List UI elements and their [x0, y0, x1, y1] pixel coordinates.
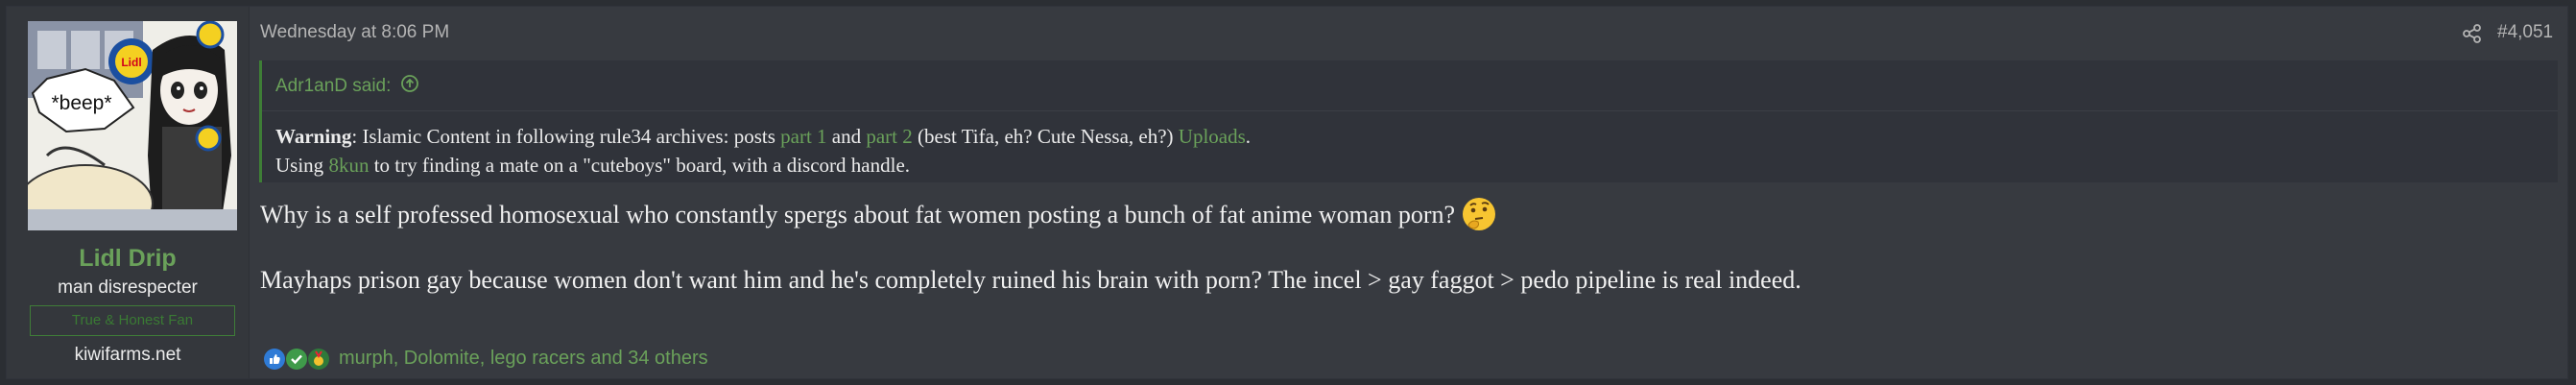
avatar-speech-text: *beep* [51, 92, 111, 114]
quote-line-2: Using 8kun to try finding a mate on a "c… [275, 151, 1251, 180]
quote-line-1: Warning: Islamic Content in following ru… [275, 122, 1251, 151]
warning-label: Warning [275, 125, 352, 148]
link-8kun[interactable]: 8kun [328, 154, 369, 177]
quote-text: . [1245, 125, 1252, 148]
quote-body: Warning: Islamic Content in following ru… [275, 122, 1251, 180]
message-text: Why is a self professed homosexual who c… [260, 200, 1456, 229]
user-site: kiwifarms.net [74, 345, 181, 365]
quote-text: Using [275, 154, 329, 177]
quote-text: (best Tifa, eh? Cute Nessa, eh?) [912, 125, 1179, 148]
quote-text: : Islamic Content in following rule34 ar… [351, 125, 781, 148]
svg-text:Lidl: Lidl [121, 56, 141, 69]
link-uploads[interactable]: Uploads [1179, 125, 1246, 148]
quote-block: Adr1anD said: Warning: Islamic Content i… [259, 60, 2558, 182]
message-paragraph-2: Mayhaps prison gay because women don't w… [260, 266, 1801, 294]
avatar[interactable]: Lidl *beep* [28, 21, 237, 230]
like-reaction-icon[interactable] [264, 348, 285, 370]
user-title: man disrespecter [58, 277, 198, 298]
post-number[interactable]: #4,051 [2497, 22, 2553, 43]
quote-header[interactable]: Adr1anD said: [275, 74, 419, 99]
reaction-users[interactable]: murph, Dolomite, lego racers and 34 othe… [339, 348, 708, 370]
link-part-1[interactable]: part 1 [780, 125, 826, 148]
user-column: Lidl *beep* Lidl Drip man disrespecter T… [7, 7, 250, 378]
quote-text: and [826, 125, 867, 148]
post: Lidl *beep* Lidl Drip man disrespecter T… [6, 6, 2568, 379]
post-date[interactable]: Wednesday at 8:06 PM [260, 22, 449, 43]
quote-text: to try finding a mate on a "cuteboys" bo… [369, 154, 911, 177]
winner-reaction-icon[interactable] [308, 348, 329, 370]
link-part-2[interactable]: part 2 [866, 125, 912, 148]
quote-divider [262, 110, 2558, 111]
agree-reaction-icon[interactable] [286, 348, 307, 370]
jump-to-quote-icon[interactable] [400, 74, 419, 99]
share-icon[interactable] [2462, 23, 2483, 44]
user-banner: True & Honest Fan [30, 305, 235, 336]
username[interactable]: Lidl Drip [7, 245, 249, 273]
reactions-bar[interactable]: murph, Dolomite, lego racers and 34 othe… [264, 348, 708, 370]
message-paragraph-1: Why is a self professed homosexual who c… [260, 196, 1497, 235]
quote-author[interactable]: Adr1anD said: [275, 76, 391, 97]
thinking-face-icon [1461, 196, 1497, 232]
